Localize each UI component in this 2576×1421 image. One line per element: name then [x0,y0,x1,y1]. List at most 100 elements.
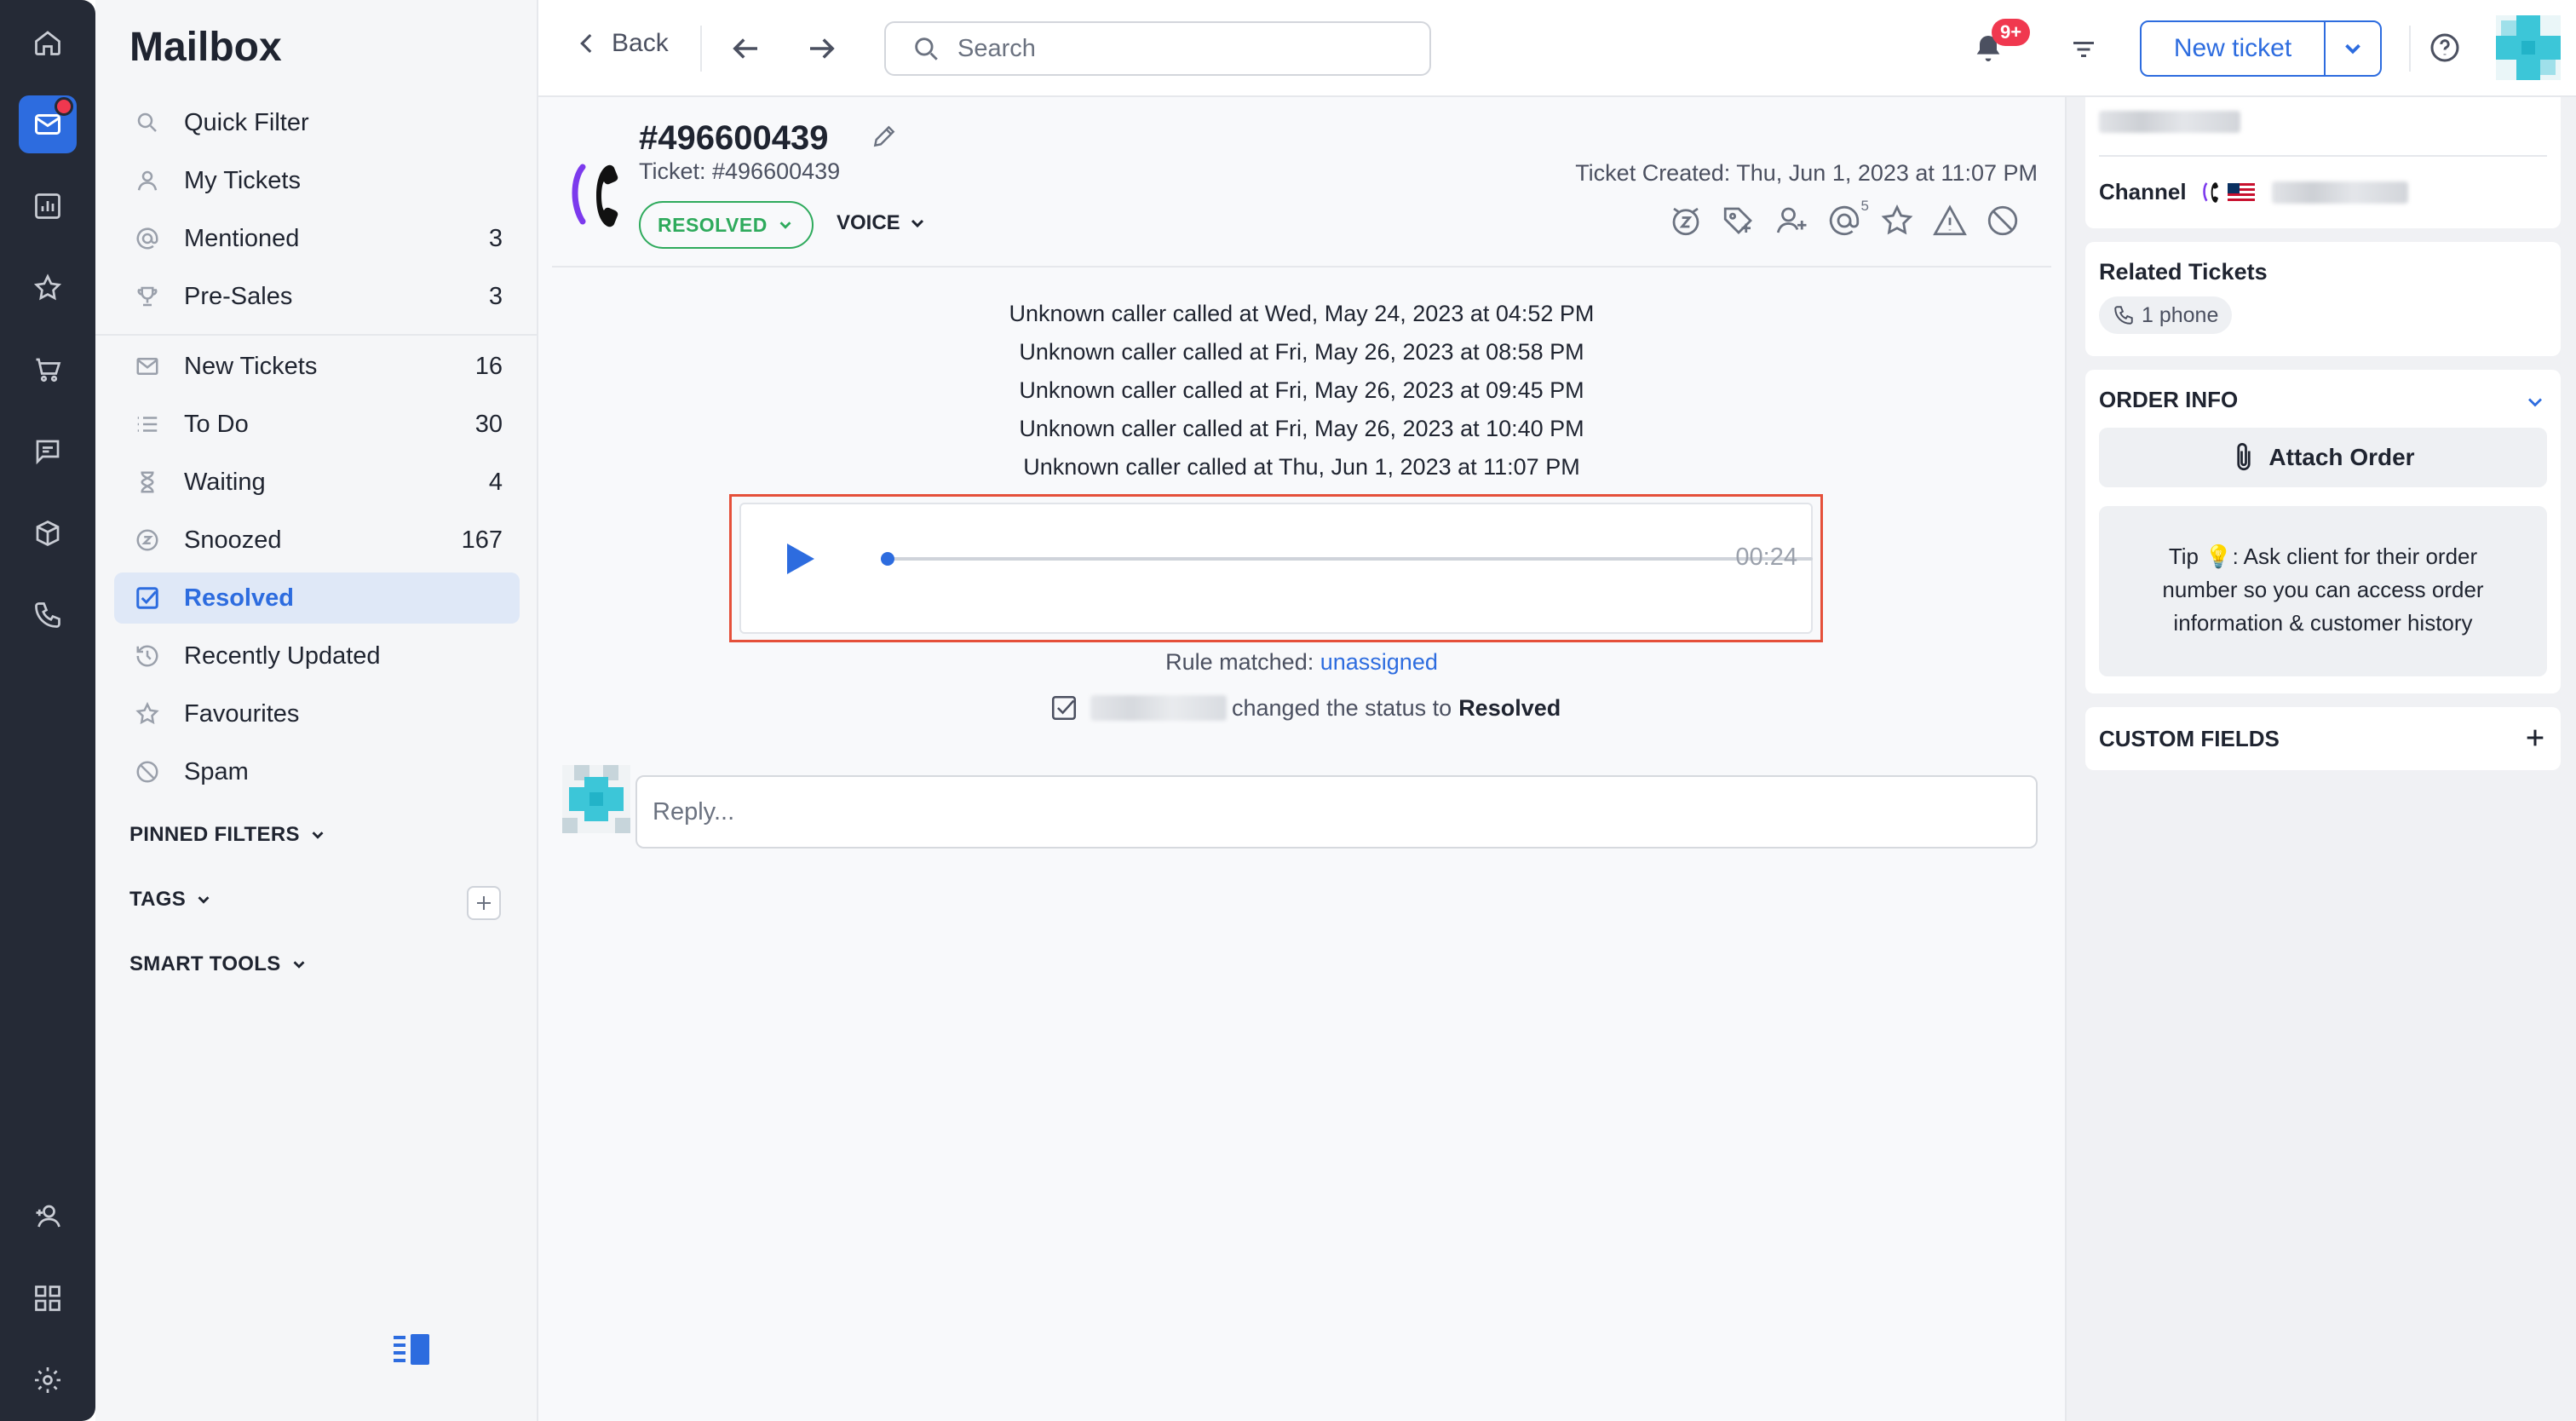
notification-badge: 9+ [1992,19,2031,46]
new-ticket-dropdown[interactable] [2326,22,2380,75]
audio-player: 00:24 [739,503,1813,634]
sidebar-item-label: Pre-Sales [184,282,293,310]
chevron-down-icon [312,831,324,839]
ticket-view: #496600439 Ticket: #496600439 RESOLVED V… [538,97,2065,1421]
reply-input[interactable]: Reply... [635,775,2038,849]
new-ticket-button[interactable]: New ticket [2142,22,2326,75]
sidebar-item-mentioned[interactable]: Mentioned 3 [114,213,520,264]
order-tip: Tip 💡: Ask client for their order number… [2099,506,2547,676]
sidebar-item-label: Snoozed [184,526,282,554]
mailbox-sidebar: Mailbox Quick Filter My Tickets Mentione… [95,0,538,1421]
call-event: Unknown caller called at Fri, May 26, 20… [1019,416,1584,441]
at-sign-icon [1829,205,1860,236]
sidebar-item-count: 30 [474,410,503,438]
history-icon [136,645,158,667]
cart-icon[interactable] [19,341,77,399]
search-input[interactable] [957,34,1400,63]
us-flag-icon [2227,182,2255,202]
channel-label: Channel [2099,179,2187,204]
search-box[interactable] [884,21,1431,76]
chat-icon[interactable] [19,423,77,480]
mention-action[interactable]: 5 [1826,198,1869,239]
help-icon[interactable] [2428,31,2462,65]
chevron-down-icon [198,896,210,904]
audio-progress-handle[interactable] [881,552,894,566]
paperclip-icon [2237,443,2251,471]
block-icon [136,761,158,783]
collapse-sidebar-icon[interactable] [394,1334,431,1365]
back-label: Back [612,29,669,57]
mention-count: 5 [1860,198,1869,214]
add-tag-button[interactable] [467,886,501,920]
sidebar-item-quick-filter[interactable]: Quick Filter [114,97,520,148]
star-icon[interactable] [19,259,77,317]
plus-icon[interactable] [2523,726,2547,750]
redacted-agent-name [1090,695,1227,721]
envelope-icon [136,358,158,375]
package-icon[interactable] [19,504,77,562]
audio-duration: 00:24 [1735,544,1797,571]
customer-card: Channel [2085,97,2561,228]
call-event: Unknown caller called at Fri, May 26, 20… [1019,377,1584,403]
chevron-down-icon [779,221,791,229]
sidebar-item-label: Favourites [184,699,300,728]
sidebar-item-to-do[interactable]: To Do 30 [114,399,520,450]
sidebar-item-recently-updated[interactable]: Recently Updated [114,630,520,682]
star-icon[interactable] [1879,203,1915,239]
home-icon[interactable] [19,14,77,72]
warning-icon[interactable] [1932,203,1968,239]
channel-dropdown[interactable]: VOICE [837,211,928,235]
avatar[interactable] [2496,15,2561,80]
back-button[interactable]: Back [572,29,669,58]
apps-icon[interactable] [19,1269,77,1327]
pencil-icon[interactable] [871,123,898,150]
sidebar-item-favourites[interactable]: Favourites [114,688,520,739]
trophy-icon [137,286,158,307]
next-ticket-icon[interactable] [804,31,840,66]
status-change-text: changed the status to [1232,694,1452,721]
attach-order-button[interactable]: Attach Order [2099,428,2547,487]
previous-ticket-icon[interactable] [727,31,763,66]
unread-dot [55,97,73,116]
smart-tools-toggle[interactable]: SMART TOOLS [129,952,308,976]
rule-link[interactable]: unassigned [1320,649,1438,675]
sidebar-item-waiting[interactable]: Waiting 4 [114,457,520,508]
sidebar-item-spam[interactable]: Spam [114,746,520,797]
sidebar-item-label: Resolved [184,584,294,612]
sidebar-item-snoozed[interactable]: Snoozed 167 [114,515,520,566]
checkbox-checked-icon [1051,695,1077,721]
sidebar-item-label: Mentioned [184,224,300,252]
card-divider [2099,155,2547,157]
settings-icon[interactable] [19,1351,77,1409]
tags-toggle[interactable]: TAGS [129,888,213,912]
chevron-down-icon[interactable] [2523,390,2547,414]
sidebar-item-pre-sales[interactable]: Pre-Sales 3 [114,271,520,322]
sidebar-title: Mailbox [129,25,282,70]
snooze-icon[interactable] [1668,203,1704,239]
custom-fields-card: CUSTOM FIELDS [2085,707,2561,770]
filter-icon[interactable] [2068,34,2099,65]
sidebar-item-my-tickets[interactable]: My Tickets [114,155,520,206]
order-info-card: ORDER INFO Attach Order Tip 💡: Ask clien… [2085,370,2561,693]
ticket-header: #496600439 Ticket: #496600439 RESOLVED V… [552,97,2051,268]
sidebar-item-count: 3 [488,224,503,252]
phone-icon[interactable] [19,586,77,644]
reports-icon[interactable] [19,177,77,235]
status-change-event: changed the status to Resolved [1049,693,1561,722]
related-phone-chip[interactable]: 1 phone [2099,296,2233,334]
mailbox-icon[interactable] [19,95,77,153]
add-user-icon[interactable] [19,1188,77,1246]
chevron-down-icon [293,961,305,969]
sidebar-item-label: Waiting [184,468,266,496]
sidebar-item-count: 4 [488,468,503,496]
sidebar-item-resolved[interactable]: Resolved [114,572,520,624]
sidebar-item-new-tickets[interactable]: New Tickets 16 [114,341,520,392]
assign-user-icon[interactable] [1774,203,1809,239]
status-dropdown[interactable]: RESOLVED [639,201,814,249]
tag-icon[interactable] [1721,203,1757,239]
audio-progress-track[interactable] [884,557,1813,561]
play-icon[interactable] [785,542,816,576]
pinned-filters-toggle[interactable]: PINNED FILTERS [129,823,327,847]
section-label: PINNED FILTERS [129,823,300,846]
block-icon[interactable] [1985,203,2021,239]
